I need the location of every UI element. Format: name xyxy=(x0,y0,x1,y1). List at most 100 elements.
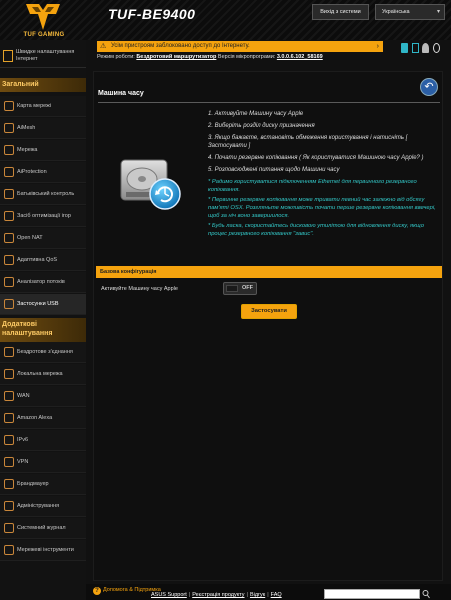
firmware-version-link[interactable]: 3.0.0.6.102_58169 xyxy=(277,54,323,60)
sidebar-item-label: Адміністрування xyxy=(17,503,60,509)
tuf-gaming-logo[interactable]: TUF GAMING xyxy=(14,2,74,42)
faq-search-input[interactable] xyxy=(324,589,420,599)
help-icon: ? xyxy=(93,587,101,595)
sidebar-item-label: Open NAT xyxy=(17,235,43,241)
sidebar-item-ipv6[interactable]: IPv6 xyxy=(0,430,86,451)
sidebar-item-network-map[interactable]: Карта мережі xyxy=(0,96,86,117)
time-machine-toggle[interactable]: OFF xyxy=(223,282,257,295)
aimesh-icon xyxy=(4,123,14,133)
toggle-state: OFF xyxy=(242,285,253,291)
logo-text: TUF GAMING xyxy=(23,32,65,38)
parental-control-icon xyxy=(4,189,14,199)
instructions: 1. Активуйте Машину часу Apple 2. Вибері… xyxy=(208,110,440,240)
sidebar-item-label: Засіб оптимізації ігор xyxy=(17,213,71,219)
product-registration-link[interactable]: Реєстрація продукту xyxy=(192,592,244,598)
network-icon xyxy=(4,145,14,155)
administration-icon xyxy=(4,501,14,511)
link-separator: | xyxy=(246,592,248,598)
time-machine-panel: Машина часу ↶ 1. Активуйте Машину часу A… xyxy=(93,71,443,581)
step-4[interactable]: 4. Почати резервне копіювання ( Як корис… xyxy=(208,154,440,162)
language-select[interactable]: Українська ▾ xyxy=(375,4,445,20)
aiprotection-icon xyxy=(4,167,14,177)
sidebar-item-label: Карта мережі xyxy=(17,103,52,109)
sidebar-item-open-nat[interactable]: Open NAT xyxy=(0,228,86,249)
sidebar-item-label: Адаптивна QoS xyxy=(17,257,58,263)
step-1: 1. Активуйте Машину часу Apple xyxy=(208,111,304,117)
sidebar: Швидке налаштування Інтернет Загальний К… xyxy=(0,40,86,600)
note-initial-backup: * Первинне резервне копіювання може трив… xyxy=(208,197,436,219)
back-button[interactable]: ↶ xyxy=(420,78,438,96)
notice-text: Усім пристроям заблоковано доступ до Інт… xyxy=(111,43,250,49)
faq-link[interactable]: FAQ xyxy=(271,592,282,598)
top-header: TUF GAMING TUF-BE9400 Вихід з системи Ук… xyxy=(0,0,451,40)
logout-button[interactable]: Вихід з системи xyxy=(312,4,369,20)
apply-button[interactable]: Застосувати xyxy=(241,304,297,319)
operation-mode-link[interactable]: Бездротовий маршрутизатор xyxy=(136,54,216,60)
sidebar-item-aimesh[interactable]: AiMesh xyxy=(0,118,86,139)
quick-setup-label: Швидке налаштування Інтернет xyxy=(16,49,75,62)
sidebar-item-traffic-analyzer[interactable]: Аналізатор потоків xyxy=(0,272,86,293)
traffic-analyzer-icon xyxy=(4,277,14,287)
network-tools-icon xyxy=(4,545,14,555)
sidebar-item-label: Мережеві інструменти xyxy=(17,547,74,553)
aimesh-status-icon[interactable] xyxy=(433,43,441,53)
sidebar-item-firewall[interactable]: Брандмауер xyxy=(0,474,86,495)
time-machine-disk-icon xyxy=(120,159,181,210)
link-separator: | xyxy=(267,592,269,598)
sidebar-item-label: Застосунки USB xyxy=(17,301,59,307)
sidebar-item-label: VPN xyxy=(17,459,29,465)
sidebar-item-label: Бездротове з'єднання xyxy=(17,349,73,355)
chevron-down-icon: ▾ xyxy=(436,9,440,15)
back-arrow-icon: ↶ xyxy=(424,81,434,93)
sidebar-item-parental-control[interactable]: Батьківський контроль xyxy=(0,184,86,205)
step-2: 2. Виберіть розділ диску призначення xyxy=(208,123,315,129)
sidebar-item-aiprotection[interactable]: AiProtection xyxy=(0,162,86,183)
sidebar-item-label: Брандмауер xyxy=(17,481,49,487)
usb-icon xyxy=(4,299,14,309)
sidebar-item-administration[interactable]: Адміністрування xyxy=(0,496,86,517)
footer-links: ASUS Support | Реєстрація продукту | Відгук |… xyxy=(151,592,282,598)
sidebar-item-label: Мережа xyxy=(17,147,38,153)
operation-mode-label: Режим роботи: xyxy=(97,54,135,60)
footer: ? Допомога & Підтримка ASUS Support | Реєс… xyxy=(86,584,451,600)
game-boost-icon xyxy=(4,211,14,221)
system-log-icon xyxy=(4,523,14,533)
search-icon[interactable] xyxy=(422,589,430,599)
usb-status-icon[interactable] xyxy=(411,43,419,53)
warning-icon: ⚠ xyxy=(100,43,107,50)
firmware-version-label: Версія мікропрограми: xyxy=(217,54,276,60)
language-value: Українська xyxy=(382,9,410,15)
sidebar-item-wireless[interactable]: Бездротове з'єднання xyxy=(0,342,86,363)
sidebar-item-wan[interactable]: WAN xyxy=(0,386,86,407)
sidebar-item-adaptive-qos[interactable]: Адаптивна QoS xyxy=(0,250,86,271)
sidebar-item-amazon-alexa[interactable]: Amazon Alexa xyxy=(0,408,86,429)
sidebar-item-label: AiMesh xyxy=(17,125,36,131)
sidebar-item-label: Системний журнал xyxy=(17,525,66,531)
feedback-link[interactable]: Відгук xyxy=(250,592,265,598)
sidebar-item-network[interactable]: Мережа xyxy=(0,140,86,161)
quick-internet-setup-button[interactable]: Швидке налаштування Інтернет xyxy=(0,46,86,68)
toggle-knob xyxy=(226,285,238,292)
sidebar-item-label: Amazon Alexa xyxy=(17,415,53,421)
sidebar-item-lan[interactable]: Локальна мережа xyxy=(0,364,86,385)
network-map-icon xyxy=(4,101,14,111)
asus-support-link[interactable]: ASUS Support xyxy=(151,592,187,598)
user-status-icon[interactable] xyxy=(422,43,430,53)
quick-setup-icon xyxy=(3,50,13,62)
sidebar-item-network-tools[interactable]: Мережеві інструменти xyxy=(0,540,86,561)
title-divider xyxy=(98,102,440,103)
internet-blocked-notice[interactable]: ⚠ Усім пристроям заблоковано доступ до І… xyxy=(97,41,383,52)
sidebar-item-label: Аналізатор потоків xyxy=(17,279,65,285)
sidebar-item-game-boost[interactable]: Засіб оптимізації ігор xyxy=(0,206,86,227)
status-icons xyxy=(401,43,447,55)
wan-icon xyxy=(4,391,14,401)
page-title: Машина часу xyxy=(98,90,144,97)
wifi-status-icon[interactable] xyxy=(401,43,408,53)
link-separator: | xyxy=(188,592,191,598)
sidebar-item-usb-applications[interactable]: Застосунки USB xyxy=(0,294,86,315)
sidebar-item-system-log[interactable]: Системний журнал xyxy=(0,518,86,539)
chevron-right-icon: › xyxy=(376,43,379,50)
step-5[interactable]: 5. Розповсюджені питання щодо Машини час… xyxy=(208,166,440,174)
sidebar-item-vpn[interactable]: VPN xyxy=(0,452,86,473)
sidebar-item-label: Батьківський контроль xyxy=(17,191,75,197)
